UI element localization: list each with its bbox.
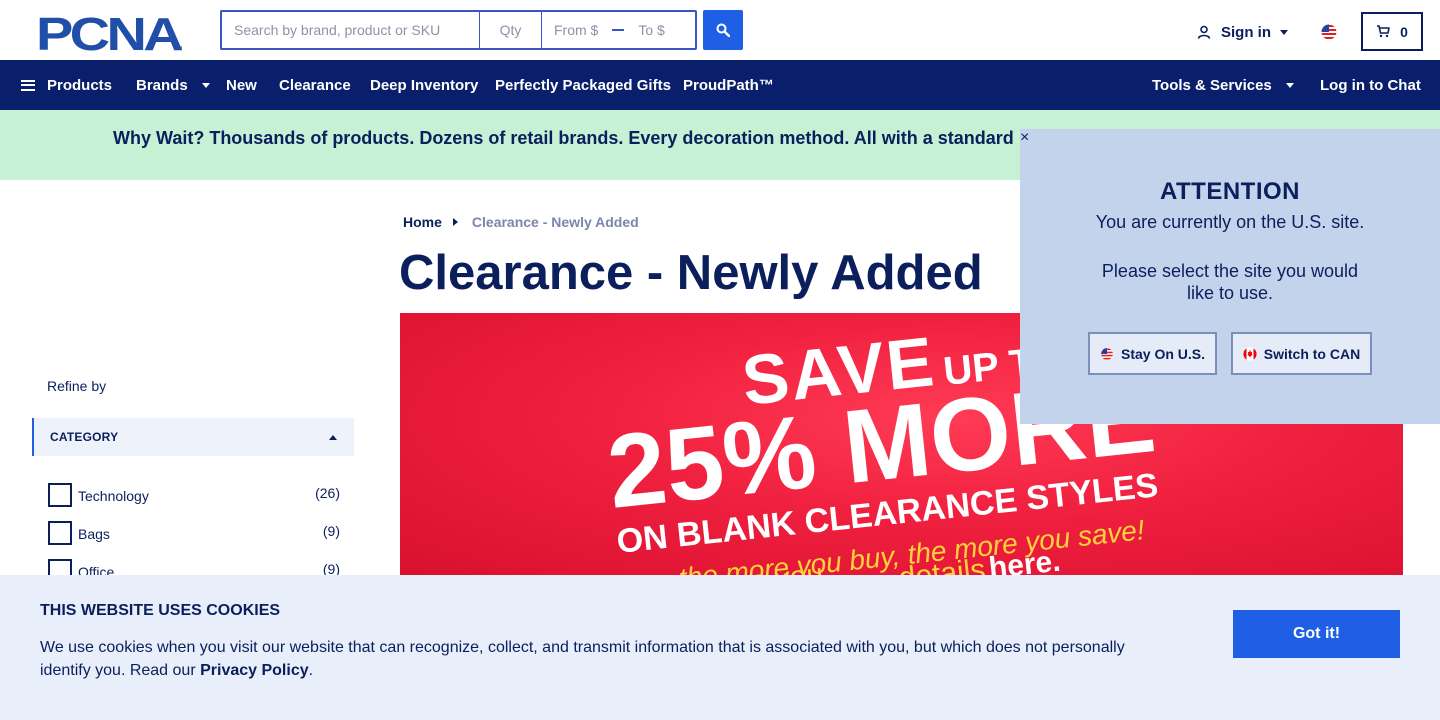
nav-new[interactable]: New	[226, 60, 257, 110]
filter-count: (9)	[322, 523, 340, 539]
filter-label: Technology	[78, 488, 149, 504]
nav-brands-label: Brands	[136, 76, 188, 94]
us-flag-icon	[1101, 347, 1113, 360]
nav-gifts[interactable]: Perfectly Packaged Gifts	[495, 60, 671, 110]
nav-brands[interactable]: Brands	[136, 60, 210, 110]
chevron-up-icon	[329, 435, 337, 440]
cookie-title: THIS WEBSITE USES COOKIES	[40, 602, 281, 619]
filter-row-bags[interactable]: Bags (9)	[48, 521, 340, 545]
refine-by-label: Refine by	[47, 378, 107, 394]
close-icon[interactable]: ×	[1020, 129, 1029, 147]
nav-products[interactable]: Products	[21, 60, 112, 110]
nav-chat-login[interactable]: Log in to Chat	[1320, 60, 1421, 110]
promo-text: Why Wait? Thousands of products. Dozens …	[113, 128, 1014, 148]
modal-current-site-text: You are currently on the U.S. site.	[1095, 212, 1365, 232]
svg-text:TM: TM	[175, 46, 182, 52]
price-range-input[interactable]: From $ To $	[541, 10, 697, 50]
price-range-dash	[612, 29, 625, 31]
search-input[interactable]: Search by brand, product or SKU	[220, 10, 479, 50]
modal-title: ATTENTION	[1159, 178, 1301, 205]
nav-deep-inventory[interactable]: Deep Inventory	[370, 60, 478, 110]
qty-input[interactable]: Qty	[479, 10, 541, 50]
price-from-placeholder: From $	[554, 22, 599, 38]
chevron-right-icon	[452, 218, 458, 226]
page-title: Clearance - Newly Added	[399, 246, 983, 300]
cookie-period: .	[308, 662, 314, 679]
cart-icon	[1377, 25, 1390, 38]
got-it-button[interactable]: Got it!	[1233, 610, 1400, 658]
cart-count: 0	[1400, 23, 1408, 40]
main-nav: Products Brands New Clearance Deep Inven…	[0, 60, 1440, 110]
search-placeholder: Search by brand, product or SKU	[234, 22, 441, 38]
nav-clearance[interactable]: Clearance	[279, 60, 351, 110]
category-filter-header[interactable]: CATEGORY	[32, 418, 354, 456]
checkbox[interactable]	[48, 521, 72, 545]
switch-can-button[interactable]: Switch to CAN	[1231, 332, 1372, 375]
filter-count: (26)	[315, 485, 340, 501]
nav-tools-label: Tools & Services	[1152, 76, 1272, 94]
search-button[interactable]	[703, 10, 743, 50]
nav-proudpath[interactable]: ProudPath™	[683, 60, 774, 110]
search-bar: Search by brand, product or SKU Qty From…	[220, 10, 697, 50]
breadcrumb-current: Clearance - Newly Added	[471, 214, 639, 230]
nav-products-label: Products	[47, 76, 113, 94]
menu-icon	[21, 77, 35, 93]
search-icon	[716, 23, 730, 37]
filter-label: Bags	[78, 526, 110, 542]
svg-text:PCNA: PCNA	[36, 12, 182, 52]
modal-select-text-1: Please select the site you would	[1101, 261, 1359, 281]
modal-select-text-2: like to use.	[1186, 283, 1274, 303]
user-icon	[1197, 25, 1211, 39]
cart-button[interactable]: 0	[1361, 12, 1423, 51]
cookie-text: We use cookies when you visit our websit…	[40, 636, 1160, 682]
checkbox[interactable]	[48, 483, 72, 507]
stay-us-button[interactable]: Stay On U.S.	[1088, 332, 1217, 375]
chevron-down-icon	[1285, 82, 1294, 88]
chevron-down-icon	[201, 82, 210, 88]
sign-in-menu[interactable]: Sign in	[1197, 22, 1288, 42]
price-to-placeholder: To $	[638, 22, 665, 38]
canada-flag-icon	[1243, 346, 1257, 361]
privacy-policy-link[interactable]: Privacy Policy	[200, 662, 309, 679]
sign-in-label: Sign in	[1221, 23, 1271, 41]
switch-can-label: Switch to CAN	[1263, 345, 1361, 362]
filter-row-technology[interactable]: Technology (26)	[48, 483, 340, 507]
pcna-logo[interactable]: PCNA TM	[36, 8, 186, 60]
nav-tools-services[interactable]: Tools & Services	[1152, 60, 1294, 110]
breadcrumb-home[interactable]: Home	[403, 214, 442, 230]
us-flag-icon[interactable]	[1320, 24, 1338, 40]
site-header: PCNA TM Search by brand, product or SKU …	[0, 0, 1440, 60]
stay-us-label: Stay On U.S.	[1120, 345, 1206, 362]
chevron-down-icon	[1280, 29, 1288, 35]
category-header-label: CATEGORY	[50, 430, 119, 444]
breadcrumb: Home Clearance - Newly Added	[403, 214, 639, 230]
qty-placeholder: Qty	[499, 22, 522, 38]
